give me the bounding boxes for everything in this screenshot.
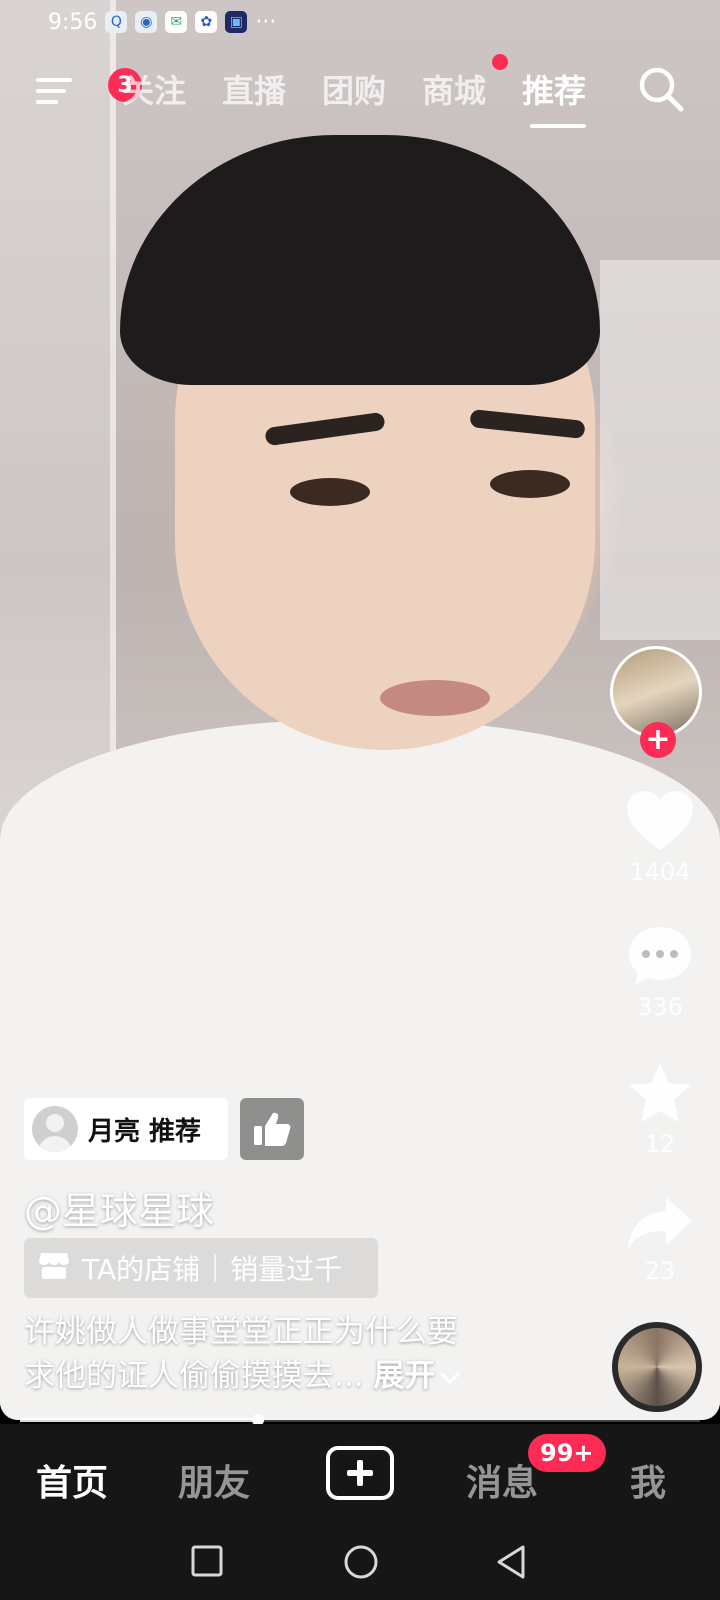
status-bar: 9:56 Q ◉ ✉ ✿ ▣ ··· [48,8,276,36]
status-more: ··· [255,9,277,35]
system-navigation-bar [0,1524,720,1600]
tab-mall[interactable]: 商城 [422,66,486,112]
baidu-icon: ✿ [195,11,218,33]
menu-icon [36,78,72,82]
background-shelf [600,260,720,640]
search-icon[interactable] [636,64,686,114]
shop-label: TA的店铺 [82,1253,201,1286]
comment-icon [629,927,691,985]
thumbs-up-button[interactable] [240,1098,304,1160]
tab-live[interactable]: 直播 [222,66,286,112]
back-icon[interactable] [494,1544,528,1580]
description-line: 许姚做人做事堂堂正正为什么要 [24,1314,458,1350]
like-count: 1404 [629,858,691,886]
user-avatar-icon [32,1106,78,1152]
recent-apps-icon[interactable] [190,1544,224,1578]
share-icon [628,1197,692,1249]
music-disc[interactable] [612,1322,702,1412]
mall-notification-dot [492,54,508,70]
menu-icon [36,100,58,104]
tab-recommended[interactable]: 推荐 [522,66,586,112]
divider [214,1254,217,1282]
heart-icon [627,791,693,850]
tab-following[interactable]: 关注 [122,66,186,112]
tab-friends[interactable]: 朋友 [178,1454,250,1506]
description-line: 求他的证人偷偷摸摸去... [24,1358,364,1394]
follow-button[interactable]: + [640,722,676,758]
background-shelf [0,0,116,830]
favorite-action[interactable]: 12 [620,1062,700,1158]
like-action[interactable]: 1404 [620,790,700,886]
tab-me[interactable]: 我 [630,1454,666,1506]
browser-icon: ◉ [135,11,158,33]
active-tab-indicator [530,124,586,128]
home-icon[interactable] [343,1544,379,1580]
tab-group-buy[interactable]: 团购 [322,66,386,112]
share-count: 23 [644,1257,676,1285]
plus-icon [347,1460,373,1486]
create-post-button[interactable] [326,1446,394,1500]
recommender-label: 月亮 推荐 [88,1116,202,1147]
comment-count: 336 [637,993,683,1021]
video-subject-eye [490,470,570,498]
menu-button[interactable]: 3 [36,68,142,108]
shop-chip[interactable]: TA的店铺 销量过千 [24,1238,378,1298]
menu-icon [36,89,66,93]
app-icon: ▣ [225,11,248,33]
video-subject-hair [120,135,600,385]
author-name[interactable]: @星球星球 [24,1180,214,1235]
star-icon [629,1063,691,1122]
expand-button[interactable]: 展开 [373,1358,461,1394]
wechat-icon: ✉ [165,11,188,33]
expand-label: 展开 [373,1358,436,1394]
favorite-count: 12 [644,1130,676,1158]
sales-label: 销量过千 [230,1253,343,1286]
video-progress-bar[interactable] [20,1414,700,1426]
bottom-tab-bar: 首页 朋友 消息 99+ 我 [0,1424,720,1524]
status-time: 9:56 [48,9,98,35]
video-subject-eye [290,478,370,506]
chevron-down-icon [440,1372,460,1385]
comment-action[interactable]: 336 [620,925,700,1021]
video-subject-mouth [380,680,490,716]
qq-icon: Q [105,11,128,33]
progress-fill [20,1418,258,1422]
thumbs-up-icon [254,1112,291,1146]
share-action[interactable]: 23 [620,1195,700,1285]
tab-home[interactable]: 首页 [36,1454,108,1506]
top-navigation: 3 关注 直播 团购 商城 推荐 [0,54,720,128]
shop-icon [38,1250,70,1287]
recommender-chip[interactable]: 月亮 推荐 [24,1098,228,1160]
messages-badge: 99+ [528,1434,606,1472]
video-description[interactable]: 许姚做人做事堂堂正正为什么要 求他的证人偷偷摸摸去... 展开 [24,1310,544,1398]
tab-messages[interactable]: 消息 [466,1454,538,1506]
